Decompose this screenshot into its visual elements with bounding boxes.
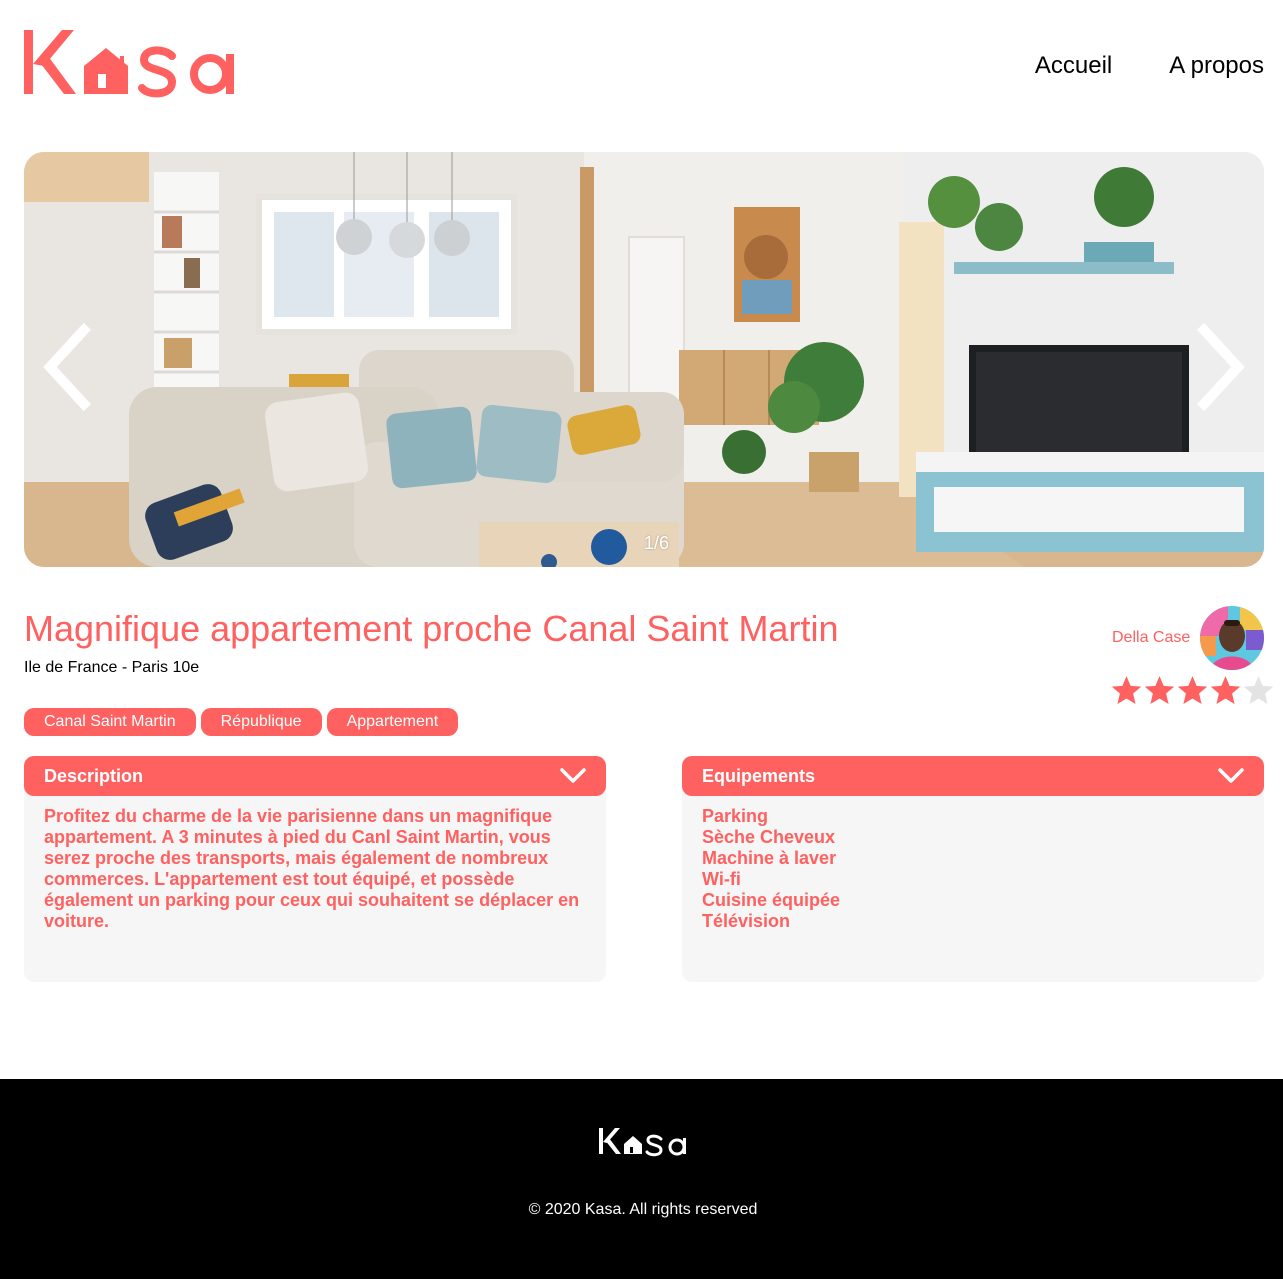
star-empty-icon [1243, 676, 1274, 704]
header: Accueil A propos [0, 0, 1283, 130]
listing-location: Ile de France - Paris 10e [24, 659, 200, 676]
chevron-down-icon [1218, 768, 1244, 783]
chevron-down-icon [560, 768, 586, 783]
list-item: Machine à laver [702, 848, 837, 868]
kasa-logo[interactable] [24, 26, 238, 100]
main-nav: Accueil A propos [1035, 50, 1264, 82]
list-item: Cuisine équipée [702, 890, 841, 910]
list-item: Parking [702, 806, 769, 826]
nav-a-propos[interactable]: A propos [1169, 50, 1264, 82]
list-item: Wi-fi [702, 869, 741, 889]
rating-stars [1110, 674, 1275, 707]
description-content: Profitez du charme de la vie parisienne … [24, 786, 606, 982]
host-name: Della Case [1112, 629, 1191, 646]
equipements-content: Parking Sèche Cheveux Machine à laver Wi… [682, 786, 1264, 982]
carousel-prev-button[interactable] [38, 322, 98, 412]
star-filled-icon [1111, 676, 1142, 704]
footer-kasa-logo [597, 1126, 691, 1163]
tag-canal-saint-martin[interactable]: Canal Saint Martin [24, 708, 196, 736]
description-toggle[interactable]: Description [24, 756, 606, 796]
star-filled-icon [1144, 676, 1175, 704]
description-text: Profitez du charme de la vie parisienne … [44, 806, 580, 931]
star-filled-icon [1210, 676, 1241, 704]
listing-title: Magnifique appartement proche Canal Sain… [24, 608, 839, 649]
description-collapse: Description Profitez du charme de la vie… [24, 756, 606, 982]
host-avatar [1200, 606, 1264, 670]
apartment-photo [24, 152, 1264, 567]
equipements-toggle[interactable]: Equipements [682, 756, 1264, 796]
image-carousel: 1/6 [24, 152, 1264, 567]
star-filled-icon [1177, 676, 1208, 704]
list-item: Télévision [702, 911, 791, 931]
nav-accueil[interactable]: Accueil [1035, 50, 1112, 82]
carousel-counter: 1/6 [644, 533, 670, 553]
chevron-right-icon [1196, 322, 1245, 412]
carousel-next-button[interactable] [1190, 322, 1250, 412]
equipements-title: Equipements [702, 765, 816, 786]
footer: © 2020 Kasa. All rights reserved [0, 1079, 1283, 1279]
host-info: Della Case [1090, 606, 1265, 671]
tag-republique[interactable]: République [200, 708, 322, 736]
equipements-collapse: Equipements Parking Sèche Cheveux Machin… [682, 756, 1264, 982]
tag-appartement[interactable]: Appartement [326, 708, 459, 736]
chevron-left-icon [43, 322, 92, 412]
list-item: Sèche Cheveux [702, 827, 836, 847]
equipements-list: Parking Sèche Cheveux Machine à laver Wi… [702, 806, 1244, 932]
copyright-text: © 2020 Kasa. All rights reserved [528, 1201, 758, 1218]
tag-list: Canal Saint Martin République Appartemen… [24, 708, 459, 736]
description-title: Description [44, 765, 144, 786]
